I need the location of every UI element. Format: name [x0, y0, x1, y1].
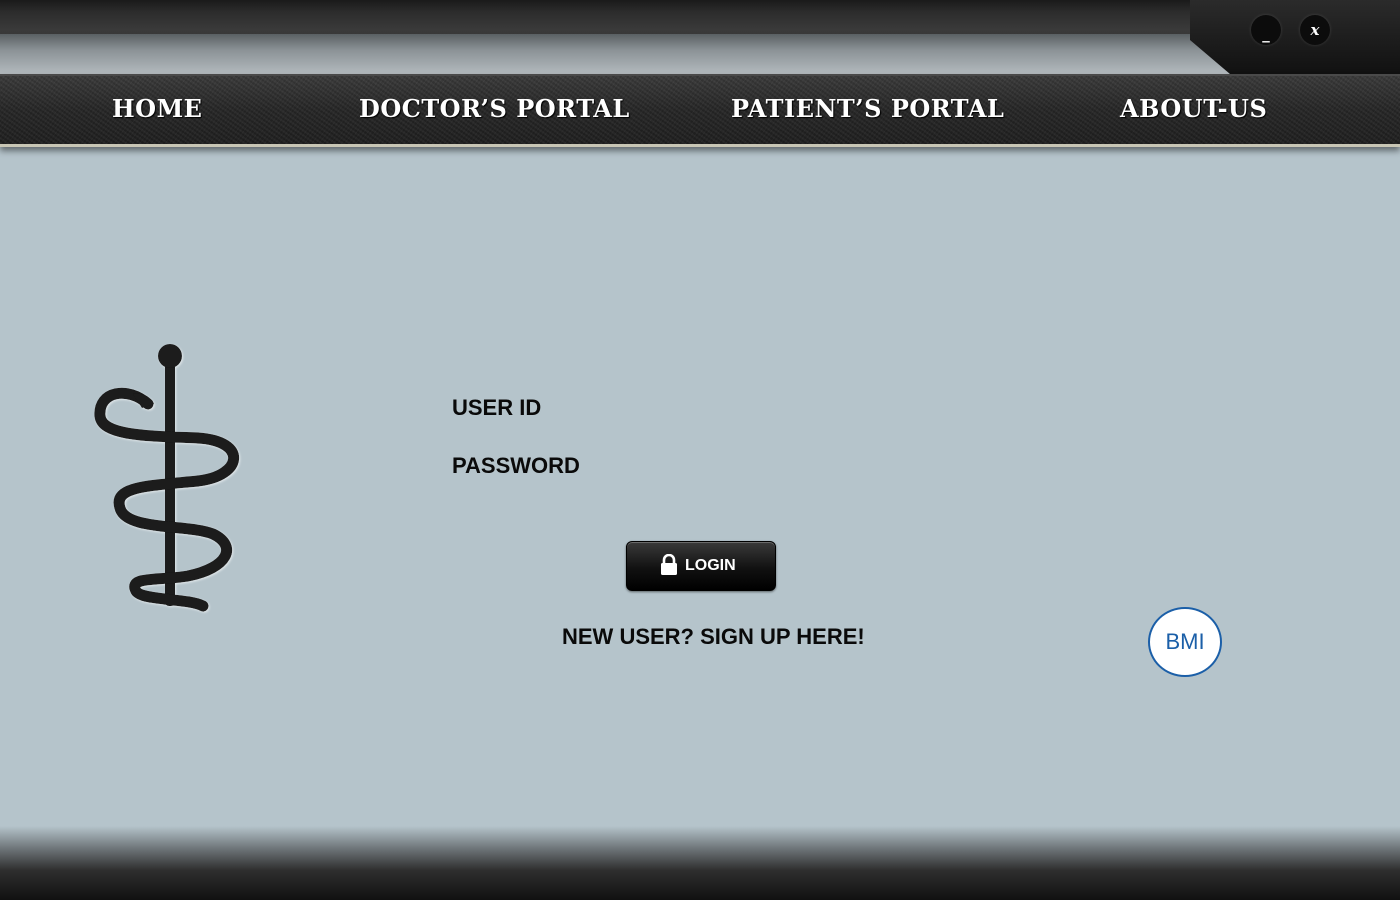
nav-item-about-us[interactable]: About-Us: [1120, 94, 1267, 123]
title-bar-shelf: [0, 34, 1230, 74]
nav-item-patients-portal[interactable]: Patient’s Portal: [731, 94, 1004, 123]
nav-item-doctors-portal[interactable]: Doctor’s Portal: [359, 94, 630, 123]
login-button[interactable]: LOGIN: [626, 541, 776, 591]
minimize-button[interactable]: _: [1251, 15, 1281, 45]
main-nav: Home Doctor’s Portal Patient’s Portal Ab…: [0, 74, 1400, 147]
password-input[interactable]: [640, 449, 984, 485]
rod-of-asclepius-icon: [94, 344, 240, 612]
signup-link[interactable]: NEW USER? SIGN UP HERE!: [562, 624, 865, 650]
window-controls-area: [1190, 0, 1400, 74]
password-label: PASSWORD: [452, 453, 580, 478]
close-button[interactable]: x: [1300, 15, 1330, 45]
bmi-button[interactable]: BMI: [1148, 607, 1222, 677]
footer-bar: [0, 826, 1400, 900]
lock-icon: [661, 554, 677, 575]
login-button-label: LOGIN: [685, 557, 736, 574]
nav-item-home[interactable]: Home: [112, 94, 202, 123]
user-id-label: USER ID: [452, 395, 542, 420]
user-id-input[interactable]: [640, 391, 984, 427]
